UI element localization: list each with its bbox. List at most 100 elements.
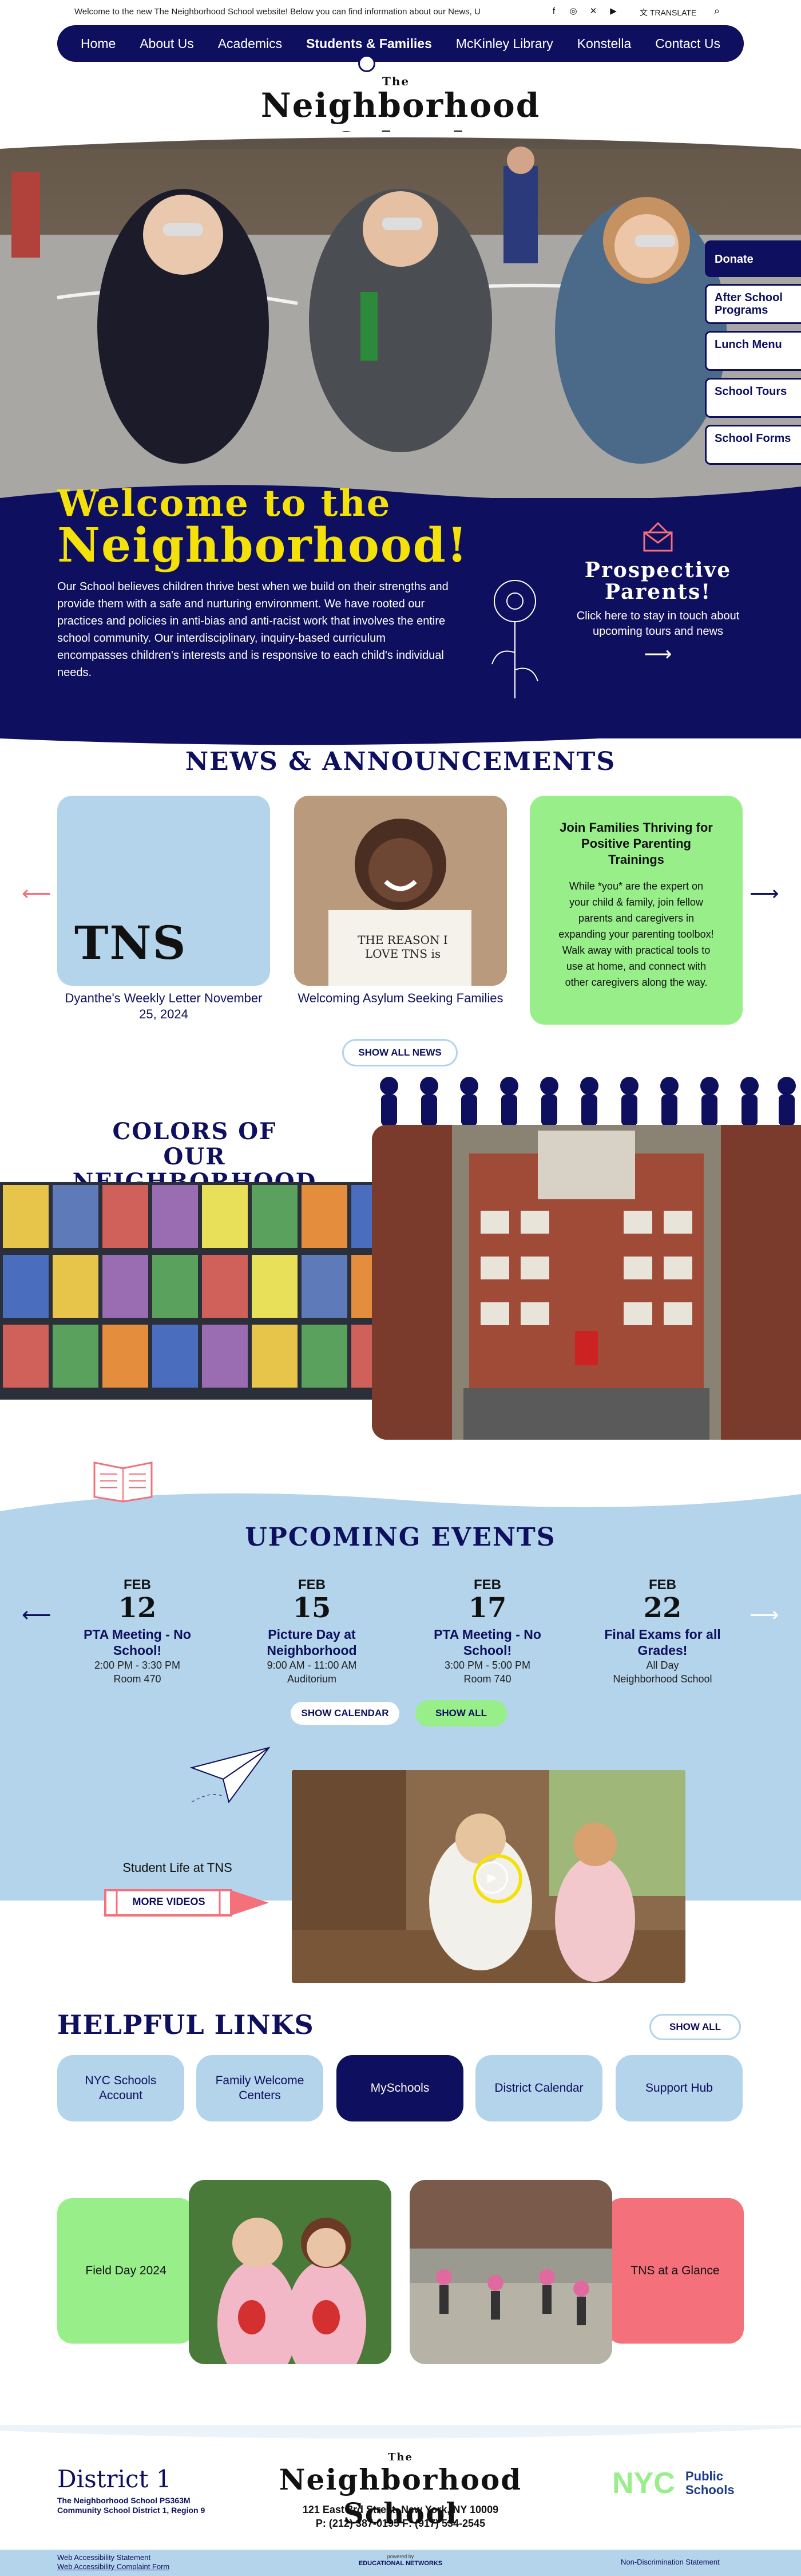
event-title: PTA Meeting - No School! <box>434 1627 541 1658</box>
event-place: Room 470 <box>113 1673 161 1685</box>
news-card-1-title[interactable]: Dyanthe's Weekly Letter November 25, 202… <box>57 990 270 1022</box>
main-nav: Home About Us Academics Students & Famil… <box>57 25 744 62</box>
lunch-menu-link[interactable]: Lunch Menu <box>705 331 801 371</box>
more-videos-button[interactable]: MORE VIDEOS <box>103 1887 275 1919</box>
video-label: Student Life at TNS <box>122 1860 232 1875</box>
events-next-icon[interactable]: ⟶ <box>750 1603 779 1627</box>
event-item-2[interactable]: FEB 15 Picture Day at Neighborhood 9:00 … <box>240 1577 383 1686</box>
school-forms-link[interactable]: School Forms <box>705 425 801 465</box>
provider-name: EDUCATIONAL NETWORKS <box>358 2560 443 2567</box>
footer-logo-the: The <box>388 2451 413 2463</box>
event-place: Neighborhood School <box>613 1673 712 1685</box>
nav-mckinley-library[interactable]: McKinley Library <box>456 36 553 52</box>
open-book-icon <box>93 1461 153 1503</box>
news-card-1[interactable]: TNS <box>57 796 270 986</box>
footer-contact: 121 East 3rd Street, New York, NY 10009 … <box>217 2503 584 2530</box>
footer-phone: P: (212) 387-0195 F: (917) 534-2545 <box>315 2518 486 2529</box>
colors-heading-line-1: COLORS OF <box>112 1118 277 1145</box>
kids-silhouette-banner <box>380 1077 796 1126</box>
field-day-card[interactable]: Field Day 2024 <box>57 2198 195 2344</box>
powered-by[interactable]: powered by EDUCATIONAL NETWORKS <box>343 2553 458 2567</box>
carousel-next-icon[interactable]: ⟶ <box>750 882 779 906</box>
hero-photo <box>0 132 801 515</box>
link-nyc-schools-account[interactable]: NYC Schools Account <box>57 2055 184 2121</box>
event-time: 3:00 PM - 5:00 PM <box>444 1660 531 1671</box>
event-month: FEB <box>474 1577 501 1593</box>
link-district-calendar[interactable]: District Calendar <box>475 2055 602 2121</box>
carousel-prev-icon[interactable]: ⟵ <box>22 882 51 906</box>
video-thumbnail[interactable]: ▶ <box>292 1770 685 1983</box>
news-card-3-body: While *you* are the expert on your child… <box>558 880 714 988</box>
show-all-events-button[interactable]: SHOW ALL <box>415 1700 507 1726</box>
footer-wave <box>0 2425 801 2439</box>
nav-students-families[interactable]: Students & Families <box>306 36 432 52</box>
event-month: FEB <box>298 1577 326 1593</box>
event-item-3[interactable]: FEB 17 PTA Meeting - No School! 3:00 PM … <box>416 1577 559 1686</box>
nav-konstella[interactable]: Konstella <box>577 36 632 52</box>
schools-text: Schools <box>685 2483 735 2497</box>
event-time: 2:00 PM - 3:30 PM <box>94 1660 181 1671</box>
field-day-photo[interactable] <box>189 2180 391 2364</box>
prospective-body: Click here to stay in touch about upcomi… <box>576 610 740 638</box>
play-icon[interactable]: ▶ <box>476 1862 508 1894</box>
event-day: 12 <box>118 1592 157 1624</box>
logo-the: The <box>382 74 410 88</box>
show-all-news-button[interactable]: SHOW ALL NEWS <box>342 1039 458 1066</box>
announcement-ticker[interactable]: Welcome to the new The Neighborhood Scho… <box>74 7 526 17</box>
district-logo[interactable]: District 1 <box>57 2465 172 2493</box>
youtube-icon[interactable]: ▶ <box>608 6 619 17</box>
search-icon[interactable]: ⌕ <box>714 5 720 17</box>
news-card-2-image-text: THE REASON I LOVE TNS is <box>358 933 448 961</box>
after-school-link[interactable]: After School Programs <box>705 284 801 324</box>
translate-button[interactable]: 文 TRANSLATE <box>640 7 696 18</box>
school-building-photo <box>372 1125 801 1440</box>
news-heading: NEWS & ANNOUNCEMENTS <box>185 747 616 776</box>
instagram-icon[interactable]: ◎ <box>568 6 579 17</box>
non-discrimination-link[interactable]: Non-Discrimination Statement <box>621 2558 720 2566</box>
nav-contact-us[interactable]: Contact Us <box>655 36 720 52</box>
nav-about-us[interactable]: About Us <box>140 36 194 52</box>
paper-plane-icon <box>189 1747 271 1804</box>
nyc-logo-text: NYC <box>612 2467 675 2500</box>
donate-button[interactable]: Donate <box>705 240 801 277</box>
school-tours-link[interactable]: School Tours <box>705 378 801 418</box>
nyc-public-schools-logo[interactable]: NYC Public Schools <box>612 2466 750 2506</box>
link-family-welcome-centers[interactable]: Family Welcome Centers <box>196 2055 323 2121</box>
event-item-4[interactable]: FEB 22 Final Exams for all Grades! All D… <box>591 1577 734 1686</box>
event-day: 22 <box>643 1592 682 1624</box>
welcome-body: Our School believes children thrive best… <box>57 580 449 679</box>
web-accessibility-complaint-link[interactable]: Web Accessibility Complaint Form <box>57 2562 169 2571</box>
building-image <box>372 1125 801 1440</box>
event-item-1[interactable]: FEB 12 PTA Meeting - No School! 2:00 PM … <box>66 1577 209 1686</box>
nav-mascot-icon <box>358 55 375 72</box>
hero-image <box>0 132 801 515</box>
event-title: Final Exams for all Grades! <box>604 1627 721 1658</box>
tns-glance-card[interactable]: TNS at a Glance <box>606 2198 744 2344</box>
footer-bottom-bar: Web Accessibility Statement Web Accessib… <box>0 2550 801 2576</box>
events-heading: UPCOMING EVENTS <box>245 1523 556 1552</box>
link-myschools[interactable]: MySchools <box>336 2055 463 2121</box>
tns-glance-photo[interactable] <box>410 2180 612 2364</box>
nav-academics[interactable]: Academics <box>218 36 282 52</box>
translate-icon: 文 <box>640 8 648 17</box>
news-card-2[interactable]: THE REASON I LOVE TNS is <box>294 796 507 986</box>
nav-home[interactable]: Home <box>81 36 116 52</box>
arrow-right-icon: ⟶ <box>644 643 672 665</box>
welcome-title-2: Neighborhood! <box>57 518 469 573</box>
news-card-2-title[interactable]: Welcoming Asylum Seeking Families <box>294 990 507 1006</box>
portraits-grid <box>3 1185 395 1388</box>
facebook-icon[interactable]: f <box>548 6 560 17</box>
link-support-hub[interactable]: Support Hub <box>616 2055 743 2121</box>
events-prev-icon[interactable]: ⟵ <box>22 1603 51 1627</box>
event-place: Auditorium <box>287 1673 337 1685</box>
field-day-image <box>189 2180 391 2364</box>
news-card-3[interactable]: Join Families Thriving for Positive Pare… <box>530 796 743 1025</box>
web-accessibility-statement-link[interactable]: Web Accessibility Statement <box>57 2553 169 2562</box>
news-card-1-image-text: TNS <box>74 916 187 970</box>
event-day: 17 <box>468 1592 507 1624</box>
show-calendar-button[interactable]: SHOW CALENDAR <box>289 1700 401 1726</box>
helpful-show-all-button[interactable]: SHOW ALL <box>649 2014 741 2040</box>
prospective-parents-card[interactable]: Prospective Parents! Click here to stay … <box>572 521 744 666</box>
public-text: Public <box>685 2469 724 2483</box>
x-twitter-icon[interactable]: ✕ <box>588 6 599 17</box>
